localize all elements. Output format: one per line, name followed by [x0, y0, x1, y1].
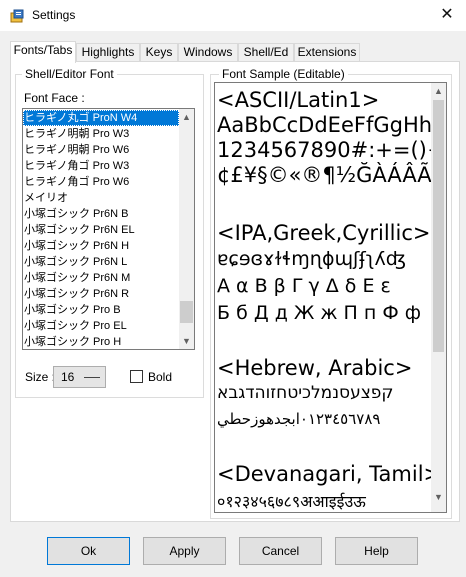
- scroll-thumb[interactable]: [433, 100, 444, 352]
- menubutton-indicator-icon: [84, 377, 100, 378]
- sample-line: <Hebrew, Arabic>: [217, 356, 413, 380]
- list-item[interactable]: 小塚ゴシック Pr6N H: [23, 238, 179, 254]
- font-list-scrollbar[interactable]: ▲ ▼: [179, 109, 194, 349]
- list-item[interactable]: メイリオ: [23, 190, 179, 206]
- group-title: Shell/Editor Font: [22, 67, 117, 81]
- size-value: 16: [61, 370, 75, 384]
- font-face-list[interactable]: ヒラギノ丸ゴ ProN W4 ヒラギノ明朝 Pro W3 ヒラギノ明朝 Pro …: [22, 108, 195, 350]
- apply-button[interactable]: Apply: [143, 537, 226, 565]
- tab-label: Highlights: [81, 45, 135, 59]
- font-size-menubutton[interactable]: 16: [53, 366, 106, 388]
- list-item[interactable]: 小塚ゴシック Pr6N L: [23, 254, 179, 270]
- cancel-button[interactable]: Cancel: [239, 537, 322, 565]
- list-item[interactable]: 小塚ゴシック Pro B: [23, 302, 179, 318]
- size-label: Size :: [25, 370, 56, 384]
- scroll-thumb[interactable]: [180, 301, 193, 323]
- font-sample-text[interactable]: <ASCII/Latin1> AaBbCcDdEeFfGgHhIiJj 1234…: [214, 82, 447, 513]
- sample-line: ٠١٢٣٤٥٦٧٨٩ابجدهوزحطي: [217, 410, 381, 428]
- list-item[interactable]: 小塚ゴシック Pr6N M: [23, 270, 179, 286]
- sample-line: ¢£¥§©«®¶½ĞÀÁÂÃÄÅÆ: [217, 163, 446, 187]
- sample-line: Б б Д д Ж ж П п Ф ф: [217, 302, 421, 324]
- ok-button[interactable]: Ok: [47, 537, 130, 565]
- sample-line: Α α Β β Γ γ Δ δ Ε ε: [217, 275, 391, 297]
- help-button[interactable]: Help: [335, 537, 418, 565]
- list-item[interactable]: 小塚ゴシック Pr6N B: [23, 206, 179, 222]
- sample-line: ०१२३४५६७८९अआइईउऊ: [217, 492, 366, 511]
- tab-keys[interactable]: Keys: [140, 43, 178, 62]
- sample-line: <ASCII/Latin1>: [217, 88, 380, 112]
- tab-label: Windows: [183, 45, 233, 59]
- tab-label: Keys: [145, 45, 173, 59]
- sample-scrollbar[interactable]: ▲ ▼: [431, 83, 446, 512]
- list-item[interactable]: ヒラギノ角ゴ Pro W3: [23, 158, 179, 174]
- chevron-down-icon[interactable]: ▼: [179, 333, 194, 349]
- list-item[interactable]: 小塚ゴシック Pr6N EL: [23, 222, 179, 238]
- list-item[interactable]: 小塚ゴシック Pro EL: [23, 318, 179, 334]
- app-icon: [10, 9, 24, 23]
- chevron-up-icon[interactable]: ▲: [179, 109, 194, 125]
- sample-line: ɐɕɘɞɤɫɬɱɳɸɰʃʄʅʎʤ: [217, 248, 406, 270]
- list-item[interactable]: ヒラギノ角ゴ Pro W6: [23, 174, 179, 190]
- tab-fonts-tabs[interactable]: Fonts/Tabs: [10, 41, 76, 63]
- title-bar: Settings ✕: [0, 0, 466, 31]
- font-face-label: Font Face :: [24, 91, 85, 105]
- sample-line: AaBbCcDdEeFfGgHhIiJj: [217, 113, 447, 137]
- tab-windows[interactable]: Windows: [178, 43, 238, 62]
- close-icon[interactable]: ✕: [436, 4, 458, 26]
- sample-line: <Devanagari, Tamil>: [217, 462, 442, 486]
- list-item[interactable]: ヒラギノ丸ゴ ProN W4: [23, 110, 179, 126]
- sample-line: 1234567890#:+=(){}[]: [217, 138, 447, 162]
- bold-checkbox[interactable]: [130, 370, 143, 383]
- tab-strip: Fonts/Tabs Highlights Keys Windows Shell…: [10, 41, 460, 63]
- tab-label: Extensions: [297, 45, 357, 59]
- group-title: Font Sample (Editable): [219, 67, 348, 81]
- list-item[interactable]: ヒラギノ明朝 Pro W6: [23, 142, 179, 158]
- sample-line: <IPA,Greek,Cyrillic>: [217, 221, 431, 245]
- sample-line: קפצעסנמלכיטחזוהדגבא: [217, 383, 394, 403]
- window-title: Settings: [32, 8, 76, 22]
- list-item[interactable]: 小塚ゴシック Pro H: [23, 334, 179, 349]
- list-item[interactable]: ヒラギノ明朝 Pro W3: [23, 126, 179, 142]
- tab-label: Shell/Ed: [243, 45, 289, 59]
- bold-label[interactable]: Bold: [148, 370, 172, 384]
- tab-extensions[interactable]: Extensions: [294, 43, 360, 62]
- tab-highlights[interactable]: Highlights: [76, 43, 140, 62]
- chevron-down-icon[interactable]: ▼: [431, 489, 446, 505]
- list-item[interactable]: 小塚ゴシック Pr6N R: [23, 286, 179, 302]
- tab-label: Fonts/Tabs: [13, 43, 73, 57]
- tab-shell-ed[interactable]: Shell/Ed: [238, 43, 294, 62]
- chevron-up-icon[interactable]: ▲: [431, 83, 446, 99]
